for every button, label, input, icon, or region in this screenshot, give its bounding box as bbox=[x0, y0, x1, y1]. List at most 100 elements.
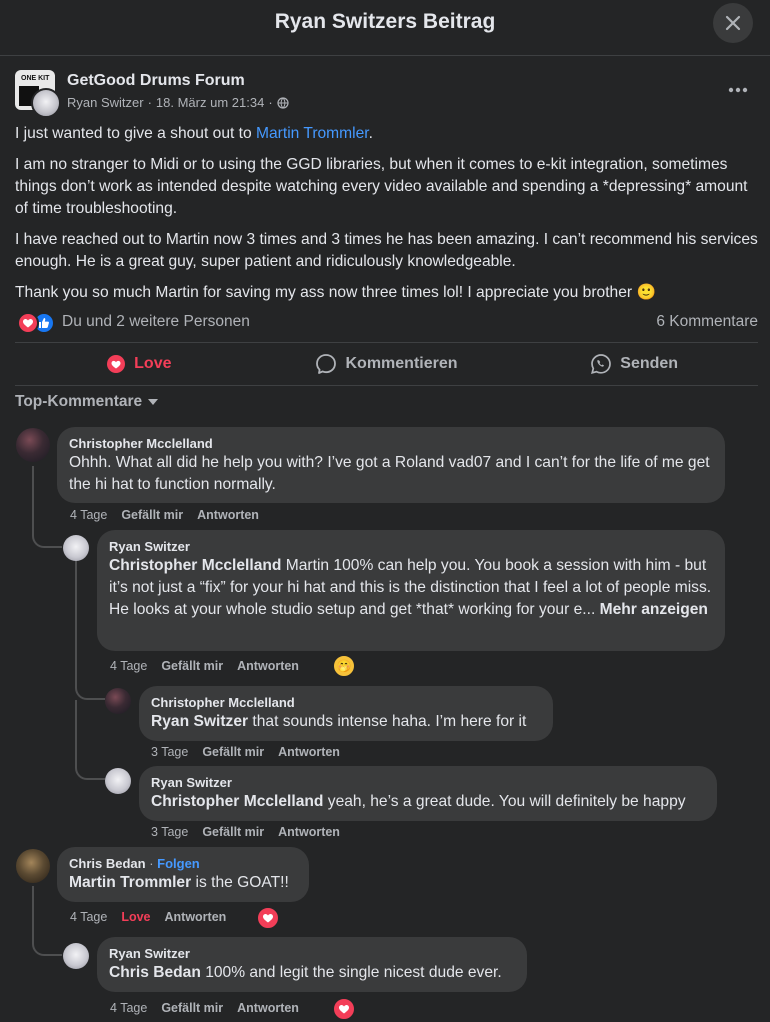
thread-connector bbox=[32, 886, 62, 956]
close-icon bbox=[725, 15, 741, 31]
avatar[interactable] bbox=[105, 688, 131, 714]
modal-header: Ryan Switzers Beitrag bbox=[0, 0, 770, 56]
reply-link[interactable]: Antworten bbox=[165, 910, 227, 924]
post-date[interactable]: 18. März um 21:34 bbox=[156, 95, 264, 110]
follow-link[interactable]: Folgen bbox=[157, 856, 200, 871]
comment-text-segment: that sounds intense haha. I’m here for i… bbox=[248, 713, 527, 730]
send-label: Senden bbox=[620, 355, 679, 372]
comment-time[interactable]: 4 Tage bbox=[70, 910, 107, 924]
love-label: Love bbox=[134, 355, 172, 372]
comment-bubble: Chris Bedan · Folgen Martin Trommler is … bbox=[57, 847, 309, 902]
comment-author[interactable]: Ryan Switzer bbox=[109, 538, 713, 555]
comment-sort-dropdown[interactable]: Top-Kommentare bbox=[15, 393, 159, 411]
post-text-segment: Thank you so much Martin for saving my a… bbox=[15, 284, 633, 301]
whatsapp-icon bbox=[591, 354, 612, 374]
send-button[interactable]: Senden bbox=[510, 343, 758, 385]
comment-text: Ohhh. What all did he help you with? I’v… bbox=[69, 454, 710, 493]
avatar[interactable] bbox=[63, 943, 89, 969]
comment-icon bbox=[316, 354, 337, 374]
reaction-icons[interactable] bbox=[17, 312, 57, 334]
reply-link[interactable]: Antworten bbox=[237, 1001, 299, 1015]
smile-emoji: 🙂 bbox=[636, 284, 656, 301]
meta-separator: · bbox=[268, 95, 273, 110]
post-paragraph: I just wanted to give a shout out to Mar… bbox=[15, 123, 760, 145]
modal-title: Ryan Switzers Beitrag bbox=[274, 10, 496, 33]
reply-link[interactable]: Antworten bbox=[197, 508, 259, 522]
love-reaction-icon bbox=[17, 312, 39, 334]
comment-time[interactable]: 3 Tage bbox=[151, 825, 188, 839]
comment-button[interactable]: Kommentieren bbox=[263, 343, 511, 385]
mention-link[interactable]: Christopher Mcclelland bbox=[151, 793, 323, 810]
comment-reaction-icon[interactable]: 🤭 bbox=[332, 654, 356, 678]
sort-label: Top-Kommentare bbox=[15, 393, 143, 410]
avatar[interactable] bbox=[63, 535, 89, 561]
avatar[interactable] bbox=[16, 428, 50, 462]
reply-link[interactable]: Antworten bbox=[237, 659, 299, 673]
mention-link[interactable]: Chris Bedan bbox=[109, 964, 201, 981]
thread-connector bbox=[32, 500, 62, 548]
like-link[interactable]: Gefällt mir bbox=[161, 1001, 223, 1015]
comment-author[interactable]: Chris Bedan bbox=[69, 856, 146, 871]
comment-time[interactable]: 4 Tage bbox=[110, 659, 147, 673]
author-avatar[interactable] bbox=[31, 88, 61, 118]
comment-author[interactable]: Ryan Switzer bbox=[151, 774, 705, 791]
comment-meta: 3 Tage Gefällt mir Antworten bbox=[151, 825, 340, 839]
see-more-link[interactable]: Mehr anzeigen bbox=[600, 601, 708, 618]
like-link[interactable]: Gefällt mir bbox=[202, 825, 264, 839]
comment-meta: 4 Tage Gefällt mir Antworten bbox=[110, 659, 299, 673]
post-body: I just wanted to give a shout out to Mar… bbox=[15, 123, 760, 313]
love-link[interactable]: Love bbox=[121, 910, 150, 924]
comment-text: Christopher Mcclelland Martin 100% can h… bbox=[109, 555, 713, 621]
more-options-button[interactable] bbox=[723, 78, 753, 102]
caret-down-icon bbox=[148, 399, 159, 405]
post-meta: Ryan Switzer · 18. März um 21:34 · bbox=[67, 95, 289, 110]
like-link[interactable]: Gefällt mir bbox=[202, 745, 264, 759]
post-author[interactable]: Ryan Switzer bbox=[67, 95, 144, 110]
group-name[interactable]: GetGood Drums Forum bbox=[67, 72, 245, 90]
like-link[interactable]: Gefällt mir bbox=[121, 508, 183, 522]
reactions-text[interactable]: Du und 2 weitere Personen bbox=[62, 313, 250, 331]
comment-meta: 3 Tage Gefällt mir Antworten bbox=[151, 745, 340, 759]
like-link[interactable]: Gefällt mir bbox=[161, 659, 223, 673]
love-button[interactable]: Love bbox=[15, 343, 263, 385]
comment-text: Martin Trommler is the GOAT!! bbox=[69, 872, 297, 894]
comment-count[interactable]: 6 Kommentare bbox=[656, 313, 758, 331]
comment-meta: 4 Tage Gefällt mir Antworten bbox=[110, 1001, 299, 1015]
mention-link[interactable]: Martin Trommler bbox=[69, 874, 191, 891]
comment-text: Ryan Switzer that sounds intense haha. I… bbox=[151, 711, 541, 733]
reactions-summary: Du und 2 weitere Personen 6 Kommentare bbox=[15, 310, 758, 336]
avatar[interactable] bbox=[105, 768, 131, 794]
globe-icon bbox=[277, 96, 289, 109]
comment-text-segment: yeah, he’s a great dude. You will defini… bbox=[323, 793, 686, 810]
post-paragraph: I am no stranger to Midi or to using the… bbox=[15, 156, 748, 217]
reply-link[interactable]: Antworten bbox=[278, 825, 340, 839]
love-reaction-icon[interactable] bbox=[332, 997, 356, 1021]
mention-link[interactable]: Christopher Mcclelland bbox=[109, 557, 281, 574]
post-header: ONE KIT GetGood Drums Forum Ryan Switzer… bbox=[15, 70, 755, 118]
comment-bubble: Christopher Mcclelland Ryan Switzer that… bbox=[139, 686, 553, 741]
post-paragraph: I have reached out to Martin now 3 times… bbox=[15, 231, 758, 270]
comment-bubble: Ryan Switzer Christopher Mcclelland Mart… bbox=[97, 530, 725, 651]
comment-text-segment: is the GOAT!! bbox=[191, 874, 289, 891]
comment-author[interactable]: Ryan Switzer bbox=[109, 945, 515, 962]
avatar[interactable] bbox=[16, 849, 50, 883]
mention-link[interactable]: Martin Trommler bbox=[256, 125, 369, 142]
comment-author-line: Chris Bedan · Folgen bbox=[69, 855, 297, 872]
comment-author[interactable]: Christopher Mcclelland bbox=[69, 435, 713, 452]
comment-bubble: Christopher Mcclelland Ohhh. What all di… bbox=[57, 427, 725, 503]
mention-link[interactable]: Ryan Switzer bbox=[151, 713, 248, 730]
group-logo-text: ONE KIT bbox=[21, 75, 50, 82]
heart-icon bbox=[107, 355, 126, 373]
comment-time[interactable]: 4 Tage bbox=[110, 1001, 147, 1015]
comment-bubble: Ryan Switzer Chris Bedan 100% and legit … bbox=[97, 937, 527, 992]
comment-time[interactable]: 4 Tage bbox=[70, 508, 107, 522]
comment-author[interactable]: Christopher Mcclelland bbox=[151, 694, 541, 711]
comment-meta: 4 Tage Love Antworten bbox=[70, 910, 226, 924]
post-text-segment: . bbox=[368, 125, 373, 142]
post-paragraph: Thank you so much Martin for saving my a… bbox=[15, 282, 760, 304]
close-button[interactable] bbox=[713, 3, 753, 43]
love-reaction-icon[interactable] bbox=[256, 906, 280, 930]
follow-separator: · bbox=[145, 856, 158, 871]
reply-link[interactable]: Antworten bbox=[278, 745, 340, 759]
comment-time[interactable]: 3 Tage bbox=[151, 745, 188, 759]
